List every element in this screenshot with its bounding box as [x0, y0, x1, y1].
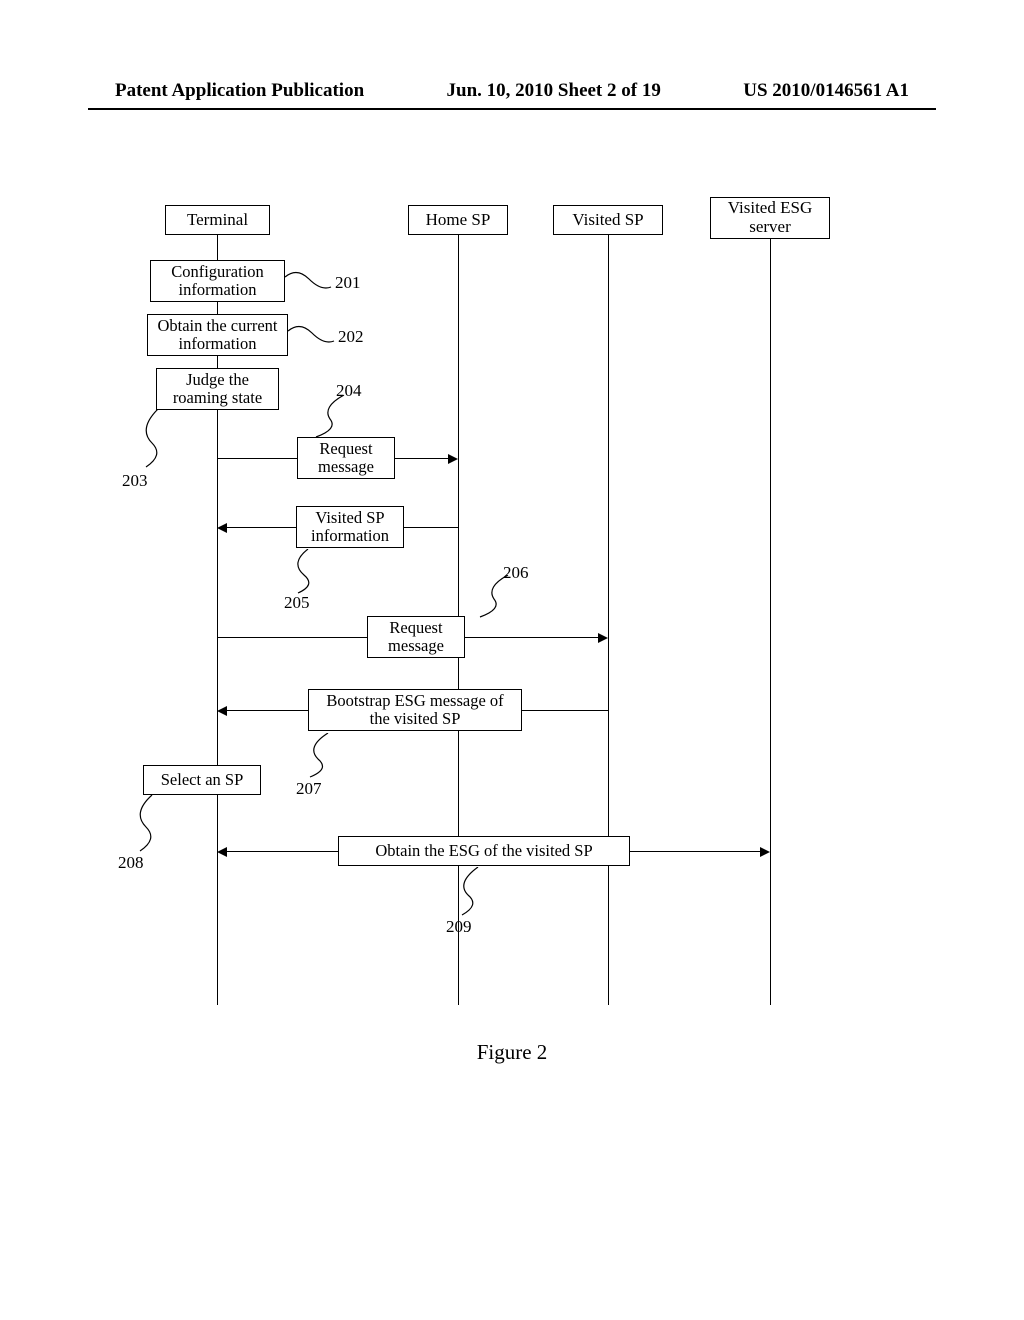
step-configuration: Configuration information: [150, 260, 285, 302]
lane-visited-esg-label1: Visited ESG: [711, 199, 829, 218]
step-203-line1: Judge the: [161, 371, 274, 389]
callout-209: 209: [446, 917, 472, 937]
msg-206-line2: message: [372, 637, 460, 655]
step-202-line2: information: [152, 335, 283, 353]
arrow-207-head: [217, 706, 227, 716]
callout-203-wave: [134, 409, 168, 469]
callout-203: 203: [122, 471, 148, 491]
callout-202-wave: [288, 323, 336, 351]
msg-209: Obtain the ESG of the visited SP: [338, 836, 630, 866]
step-judge-roaming: Judge the roaming state: [156, 368, 279, 410]
lane-visited-sp-label: Visited SP: [554, 211, 662, 230]
step-201-line1: Configuration: [155, 263, 280, 281]
connector-201-202: [217, 302, 218, 314]
step-obtain-current: Obtain the current information: [147, 314, 288, 356]
lane-visited-esg-label2: server: [711, 218, 829, 237]
callout-201: 201: [335, 273, 361, 293]
callout-208-wave: [128, 795, 162, 853]
msg-205-line1: Visited SP: [301, 509, 399, 527]
lifeline-visited-esg: [770, 239, 771, 1005]
callout-205-wave: [288, 549, 324, 595]
msg-209-label: Obtain the ESG of the visited SP: [343, 842, 625, 860]
callout-204-wave: [308, 395, 348, 439]
arrow-209-head-right: [760, 847, 770, 857]
callout-208: 208: [118, 853, 144, 873]
callout-207: 207: [296, 779, 322, 799]
lane-visited-esg: Visited ESG server: [710, 197, 830, 239]
callout-207-wave: [298, 733, 338, 779]
msg-204-line2: message: [302, 458, 390, 476]
header-center: Jun. 10, 2010 Sheet 2 of 19: [447, 80, 661, 102]
msg-205: Visited SP information: [296, 506, 404, 548]
header-divider: [88, 108, 936, 110]
step-203-line2: roaming state: [161, 389, 274, 407]
arrow-206-head: [598, 633, 608, 643]
connector-202-203: [217, 356, 218, 368]
header-left: Patent Application Publication: [115, 80, 364, 102]
msg-207-line2: the visited SP: [313, 710, 517, 728]
step-select-sp: Select an SP: [143, 765, 261, 795]
lane-terminal-label: Terminal: [166, 211, 269, 230]
msg-205-line2: information: [301, 527, 399, 545]
step-208-label: Select an SP: [148, 771, 256, 789]
lane-home-sp-label: Home SP: [409, 211, 507, 230]
lane-terminal: Terminal: [165, 205, 270, 235]
callout-209-wave: [448, 867, 488, 917]
lane-home-sp: Home SP: [408, 205, 508, 235]
msg-206: Request message: [367, 616, 465, 658]
arrow-209-head-left: [217, 847, 227, 857]
step-202-line1: Obtain the current: [152, 317, 283, 335]
msg-207: Bootstrap ESG message of the visited SP: [308, 689, 522, 731]
callout-205: 205: [284, 593, 310, 613]
msg-204: Request message: [297, 437, 395, 479]
arrow-204-head: [448, 454, 458, 464]
lifeline-visited-sp: [608, 235, 609, 1005]
callout-206: 206: [503, 563, 529, 583]
callout-204: 204: [336, 381, 362, 401]
msg-207-line1: Bootstrap ESG message of: [313, 692, 517, 710]
callout-201-wave: [285, 269, 333, 297]
sequence-diagram: Terminal Home SP Visited SP Visited ESG …: [110, 205, 890, 1025]
lane-visited-sp: Visited SP: [553, 205, 663, 235]
arrow-205-head: [217, 523, 227, 533]
step-201-line2: information: [155, 281, 280, 299]
figure-caption: Figure 2: [0, 1040, 1024, 1065]
msg-206-line1: Request: [372, 619, 460, 637]
header-right: US 2010/0146561 A1: [743, 80, 909, 102]
callout-202: 202: [338, 327, 364, 347]
msg-204-line1: Request: [302, 440, 390, 458]
